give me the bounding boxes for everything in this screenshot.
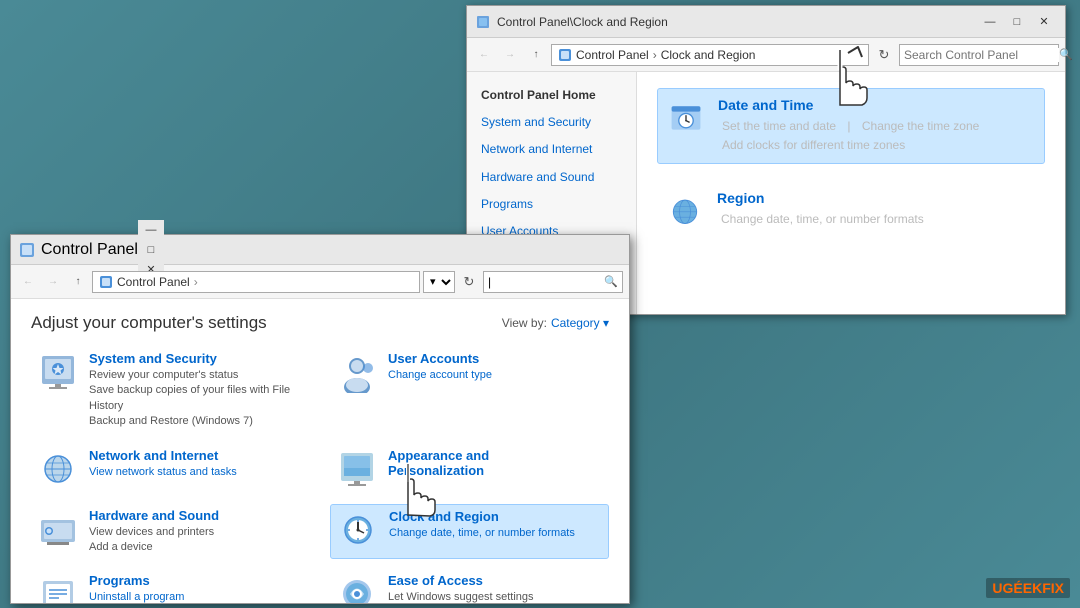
region-info: Region Change date, time, or number form… [717,190,928,229]
address-bar-back: ← → ↑ Control Panel › Clock and Region ↻… [467,38,1065,72]
address-bar-front: ← → ↑ Control Panel › ▾ ↻ 🔍 [11,265,629,299]
ease-info: Ease of Access Let Windows suggest setti… [388,573,534,603]
window-icon-front [19,242,35,258]
region-links[interactable]: Change date, time, or number formats [717,210,928,229]
ease-title[interactable]: Ease of Access [388,573,534,588]
ease-icon [336,573,378,603]
maximize-button-front[interactable]: □ [138,240,164,260]
region-title[interactable]: Region [717,190,928,206]
date-time-links[interactable]: Set the time and date | Change the time … [718,117,983,155]
network-info: Network and Internet View network status… [89,448,237,480]
programs-title[interactable]: Programs [89,573,184,588]
hardware-info: Hardware and Sound View devices and prin… [89,508,219,556]
window-controls-back[interactable]: — □ ✕ [977,12,1057,32]
system-info: System and Security Review your computer… [89,351,304,430]
forward-button-back[interactable]: → [499,44,521,66]
change-formats-link[interactable]: Change date, time, or number formats [721,212,924,226]
nav-item-system[interactable]: System and Security [467,109,636,136]
system-title[interactable]: System and Security [89,351,304,366]
titlebar-back: Control Panel\Clock and Region — □ ✕ [467,6,1065,38]
view-by: View by: Category ▾ [502,316,609,330]
front-content: Adjust your computer's settings View by:… [11,299,629,603]
cp-item-hardware[interactable]: Hardware and Sound View devices and prin… [31,504,310,560]
breadcrumb-front: Control Panel [117,275,190,289]
cp-item-network[interactable]: Network and Internet View network status… [31,444,310,494]
view-by-label: View by: [502,316,547,330]
clock-region-title[interactable]: Clock and Region [389,509,575,524]
watermark-suffix: FIX [1042,580,1064,596]
network-icon [37,448,79,490]
hardware-title[interactable]: Hardware and Sound [89,508,219,523]
up-button-back[interactable]: ↑ [525,44,547,66]
view-by-value[interactable]: Category ▾ [551,316,609,330]
breadcrumb-back: Control Panel [576,48,649,62]
set-time-link[interactable]: Set the time and date [722,119,836,133]
close-button-back[interactable]: ✕ [1031,12,1057,32]
cp-item-appearance[interactable]: Appearance andPersonalization [330,444,609,494]
hand-cursor-back [820,45,940,115]
front-main: Adjust your computer's settings View by:… [11,299,629,603]
ease-desc: Let Windows suggest settingsOptimize vis… [388,590,534,603]
user-link[interactable]: Change account type [388,368,492,383]
system-icon [37,351,79,393]
programs-info: Programs Uninstall a program [89,573,184,603]
cp-item-system[interactable]: System and Security Review your computer… [31,347,310,434]
globe-icon [665,190,705,230]
watermark-prefix: U [992,580,1002,596]
window-icon-back [475,14,491,30]
minimize-button-front[interactable]: — [138,220,164,240]
dropdown-front[interactable]: ▾ [423,271,455,293]
cp-item-user[interactable]: User Accounts Change account type [330,347,609,434]
search-box-front[interactable]: 🔍 [483,271,623,293]
nav-item-programs[interactable]: Programs [467,191,636,218]
network-title[interactable]: Network and Internet [89,448,237,463]
search-icon-back: 🔍 [1059,48,1073,61]
cp-item-clock[interactable]: Clock and Region Change date, time, or n… [330,504,609,560]
change-timezone-link[interactable]: Change the time zone [862,119,979,133]
region-section[interactable]: Region Change date, time, or number form… [657,182,1045,238]
breadcrumb-section-back: Clock and Region [661,48,756,62]
nav-item-network[interactable]: Network and Internet [467,136,636,163]
hardware-icon [37,508,79,550]
appearance-info: Appearance andPersonalization [388,448,489,480]
network-link[interactable]: View network status and tasks [89,465,237,480]
appearance-title[interactable]: Appearance andPersonalization [388,448,489,478]
add-clocks-link[interactable]: Add clocks for different time zones [722,138,905,152]
clock-icon [666,97,706,137]
search-input-front[interactable] [488,275,604,289]
user-info: User Accounts Change account type [388,351,492,383]
window-title-back: Control Panel\Clock and Region [497,15,977,29]
refresh-front[interactable]: ↻ [458,271,480,293]
hardware-desc: View devices and printersAdd a device [89,525,219,556]
programs-icon [37,573,79,603]
appearance-icon [336,448,378,490]
cp-item-programs[interactable]: Programs Uninstall a program [31,569,310,603]
user-icon [336,351,378,393]
clock-region-icon [337,509,379,551]
watermark: UGÉEKFIX [986,578,1070,598]
minimize-button-back[interactable]: — [977,12,1003,32]
nav-item-home[interactable]: Control Panel Home [467,82,636,109]
maximize-button-back[interactable]: □ [1004,12,1030,32]
system-desc: Review your computer's status Save backu… [89,368,304,430]
titlebar-front: Control Panel — □ ✕ [11,235,629,265]
search-icon-front: 🔍 [604,275,618,288]
watermark-highlight: GÉEK [1003,580,1043,596]
up-button-front[interactable]: ↑ [67,271,89,293]
items-grid: System and Security Review your computer… [31,347,609,603]
back-button-back[interactable]: ← [473,44,495,66]
control-panel-window: Control Panel — □ ✕ ← → ↑ Control Panel … [10,234,630,604]
forward-button-front[interactable]: → [42,271,64,293]
back-button-front[interactable]: ← [17,271,39,293]
user-title[interactable]: User Accounts [388,351,492,366]
window-title-front: Control Panel [41,241,138,259]
clock-region-link[interactable]: Change date, time, or number formats [389,526,575,541]
programs-link[interactable]: Uninstall a program [89,590,184,603]
clock-region-info: Clock and Region Change date, time, or n… [389,509,575,541]
nav-item-hardware[interactable]: Hardware and Sound [467,164,636,191]
address-path-front[interactable]: Control Panel › [92,271,420,293]
adjust-title: Adjust your computer's settings [31,313,267,333]
adjust-header: Adjust your computer's settings View by:… [31,313,609,333]
cp-item-ease[interactable]: Ease of Access Let Windows suggest setti… [330,569,609,603]
